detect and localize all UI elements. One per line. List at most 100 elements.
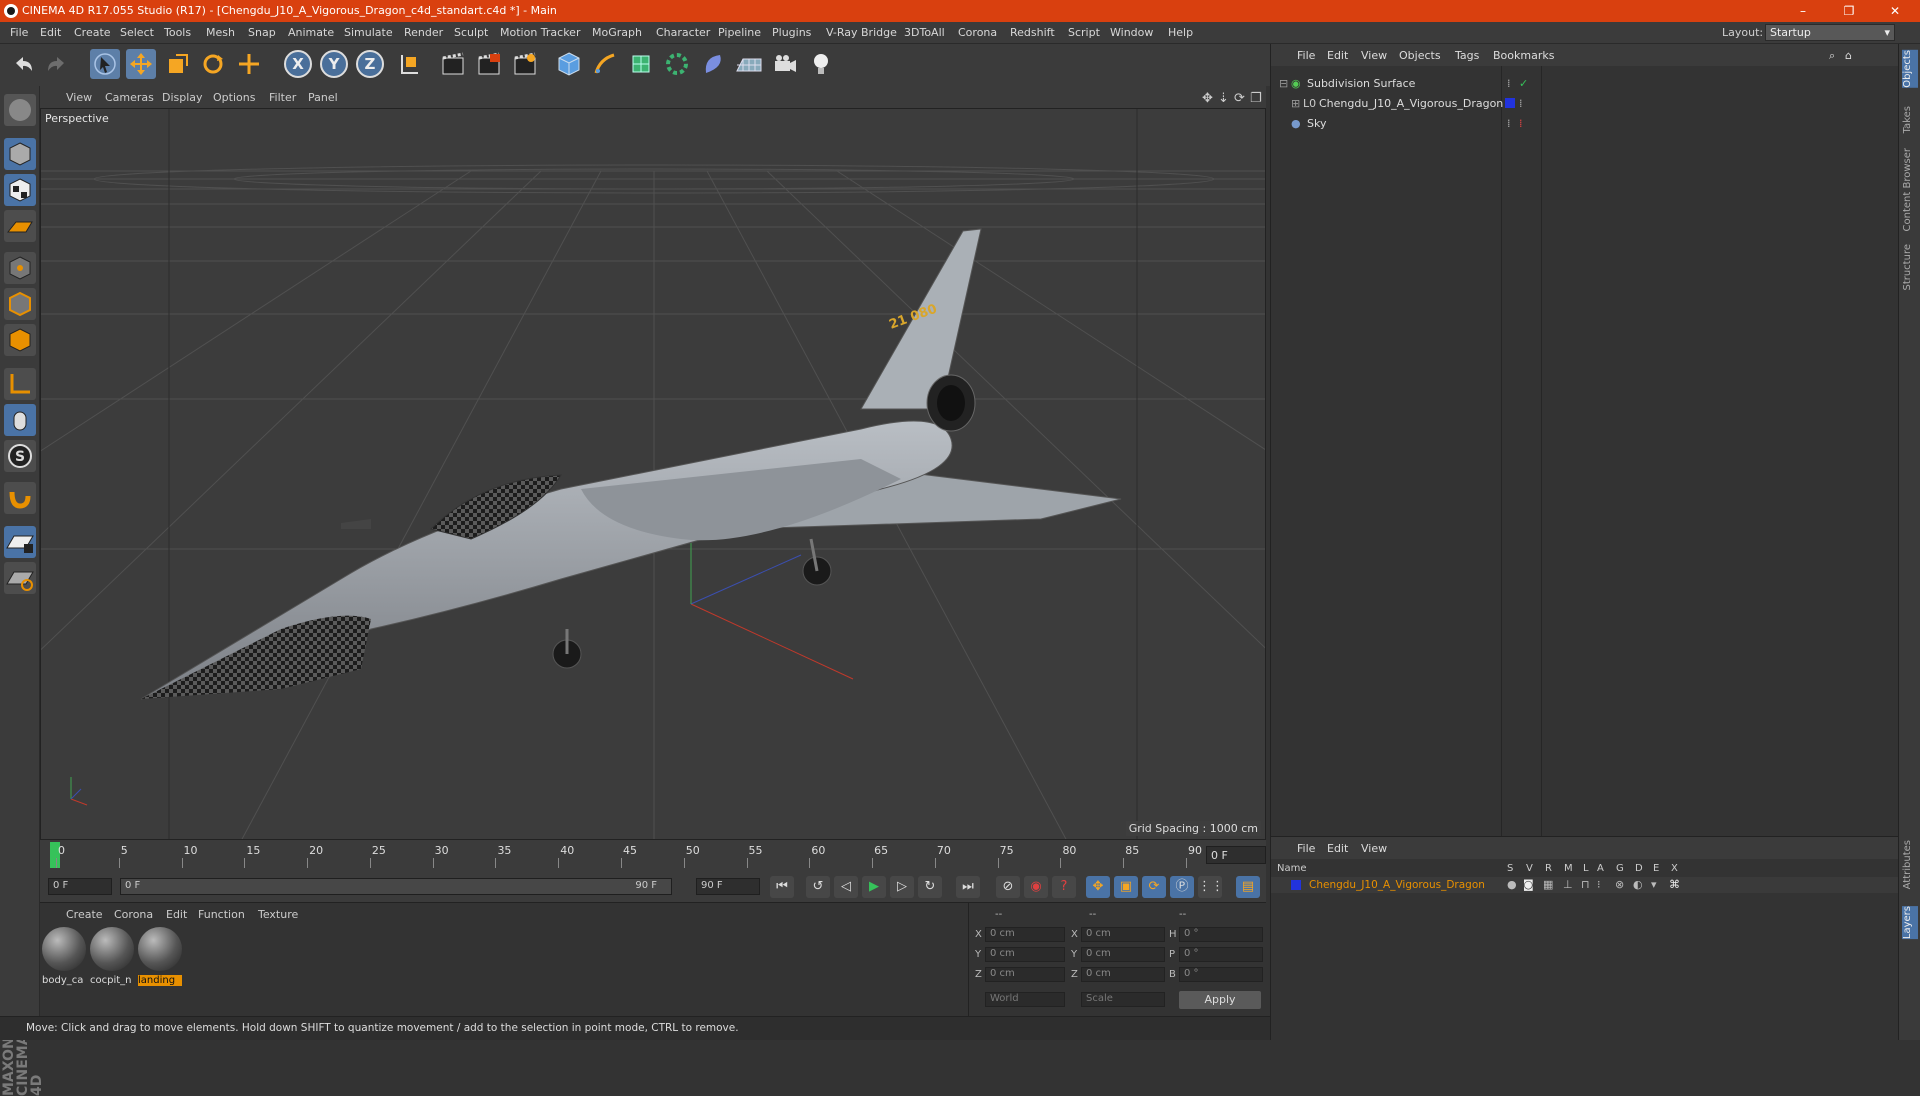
expression-icon[interactable]: ▾ (1651, 878, 1657, 891)
subdivision-surface-button[interactable] (626, 49, 656, 79)
menu-motion-tracker[interactable]: Motion Tracker (500, 26, 580, 39)
y-axis-lock-button[interactable]: Y (320, 50, 348, 78)
menu-simulate[interactable]: Simulate (344, 26, 393, 39)
camera-button[interactable] (770, 49, 800, 79)
timeline-window-button[interactable]: ▤ (1236, 876, 1260, 898)
layer-menu-file[interactable]: File (1297, 842, 1315, 855)
object-row[interactable]: ⊟ ◉ Subdivision Surface ⁞ ✓ (1271, 74, 1899, 92)
object-menu-objects[interactable]: Objects (1399, 49, 1441, 62)
record-keys-button[interactable]: ⊘ (996, 876, 1020, 898)
layer-name[interactable]: Chengdu_J10_A_Vigorous_Dragon (1309, 879, 1485, 891)
object-menu-file[interactable]: File (1297, 49, 1315, 62)
viewport[interactable]: 21 080 Perspective Grid Spacing : 1000 c… (40, 108, 1266, 840)
play-button[interactable]: ▶ (862, 876, 886, 898)
menu-tools[interactable]: Tools (164, 26, 191, 39)
range-slider[interactable]: 0 F 90 F (120, 878, 672, 895)
workplane-rotate-button[interactable] (4, 562, 36, 594)
viewport-maximize-icon[interactable]: ❐ (1250, 91, 1262, 106)
polygons-mode-button[interactable] (4, 324, 36, 356)
render-picture-viewer-button[interactable] (474, 49, 504, 79)
viewport-menu-filter[interactable]: Filter (269, 91, 296, 104)
menu-script[interactable]: Script (1068, 26, 1100, 39)
tab-attributes[interactable]: Attributes (1902, 840, 1918, 889)
visibility-dots-icon[interactable]: ⁞ (1507, 77, 1511, 90)
material-label[interactable]: body_ca (42, 975, 86, 986)
menu-edit[interactable]: Edit (40, 26, 61, 39)
key-position-button[interactable]: ✥ (1086, 876, 1110, 898)
tab-takes[interactable]: Takes (1902, 106, 1918, 133)
object-name[interactable]: Subdivision Surface (1307, 77, 1415, 90)
position-x-field[interactable]: 0 cm (985, 927, 1065, 942)
enabled-check-icon[interactable]: ✓ (1519, 77, 1528, 90)
position-z-field[interactable]: 0 cm (985, 967, 1065, 982)
sculpt-mode-button[interactable] (4, 94, 36, 126)
key-parameter-button[interactable]: Ⓟ (1170, 876, 1194, 898)
tab-structure[interactable]: Structure (1902, 244, 1918, 291)
texture-mode-button[interactable] (4, 174, 36, 206)
material-menu-create[interactable]: Create (66, 908, 103, 921)
key-scale-button[interactable]: ▣ (1114, 876, 1138, 898)
close-button[interactable]: ✕ (1880, 2, 1910, 20)
current-frame-field[interactable]: 0 F (1206, 846, 1266, 864)
key-rotation-button[interactable]: ⟳ (1142, 876, 1166, 898)
layout-select[interactable]: Startup ▾ (1765, 24, 1895, 41)
menu-sculpt[interactable]: Sculpt (454, 26, 488, 39)
coord-mode-select[interactable]: World (985, 992, 1065, 1007)
deformer-button[interactable] (698, 49, 728, 79)
live-selection-button[interactable] (90, 49, 120, 79)
next-keyframe-button[interactable]: ↻ (918, 876, 942, 898)
menu-select[interactable]: Select (120, 26, 154, 39)
object-menu-bookmarks[interactable]: Bookmarks (1493, 49, 1554, 62)
menu-character[interactable]: Character (656, 26, 710, 39)
material-swatch[interactable] (138, 927, 182, 971)
viewport-menu-panel[interactable]: Panel (308, 91, 338, 104)
lock-icon[interactable]: ⊓ (1581, 878, 1590, 891)
search-icon[interactable]: ⌕ (1829, 49, 1835, 63)
menu-redshift[interactable]: Redshift (1010, 26, 1055, 39)
tweak-mode-button[interactable] (4, 404, 36, 436)
layer-menu-view[interactable]: View (1361, 842, 1387, 855)
start-frame-field[interactable]: 0 F (48, 878, 112, 895)
go-to-start-button[interactable]: ⏮ (770, 876, 794, 898)
minimize-button[interactable]: – (1788, 2, 1818, 20)
expand-icon[interactable]: ⊞ (1291, 97, 1300, 110)
manager-icon[interactable]: ⊥ (1563, 878, 1573, 891)
viewport-menu-view[interactable]: View (66, 91, 92, 104)
menu-help[interactable]: Help (1168, 26, 1193, 39)
tab-layers[interactable]: Layers (1902, 906, 1918, 940)
edges-mode-button[interactable] (4, 288, 36, 320)
model-mode-button[interactable] (4, 138, 36, 170)
rotate-tool-button[interactable] (198, 49, 228, 79)
x-axis-lock-button[interactable]: X (284, 50, 312, 78)
object-menu-tags[interactable]: Tags (1455, 49, 1479, 62)
position-y-field[interactable]: 0 cm (985, 947, 1065, 962)
size-mode-select[interactable]: Scale (1081, 992, 1165, 1007)
size-x-field[interactable]: 0 cm (1081, 927, 1165, 942)
viewport-rotate-icon[interactable]: ⟳ (1234, 91, 1245, 106)
menu-3dtoall[interactable]: 3DToAll (904, 26, 945, 39)
layer-color-swatch[interactable] (1291, 880, 1301, 890)
size-z-field[interactable]: 0 cm (1081, 967, 1165, 982)
tab-content-browser[interactable]: Content Browser (1902, 148, 1918, 231)
next-frame-button[interactable]: ▷ (890, 876, 914, 898)
material-menu-texture[interactable]: Texture (258, 908, 298, 921)
coordinate-system-button[interactable] (394, 49, 424, 79)
light-button[interactable] (806, 49, 836, 79)
z-axis-lock-button[interactable]: Z (356, 50, 384, 78)
layer-row[interactable]: Chengdu_J10_A_Vigorous_Dragon ● ◙ ▦ ⊥ ⊓ … (1271, 877, 1899, 893)
autokey-button[interactable]: ◉ (1024, 876, 1048, 898)
menu-snap[interactable]: Snap (248, 26, 276, 39)
viewport-pan-icon[interactable]: ✥ (1202, 91, 1213, 106)
animation-icon[interactable]: ⁝ (1597, 878, 1601, 891)
visibility-dots-icon[interactable]: ⁞ (1507, 117, 1511, 130)
material-menu-corona[interactable]: Corona (114, 908, 153, 921)
viewport-dolly-icon[interactable]: ⇣ (1218, 91, 1229, 106)
previous-keyframe-button[interactable]: ↺ (806, 876, 830, 898)
xref-icon[interactable]: ⌘ (1669, 878, 1680, 891)
size-y-field[interactable]: 0 cm (1081, 947, 1165, 962)
cube-button[interactable] (554, 49, 584, 79)
menu-render[interactable]: Render (404, 26, 443, 39)
deformer-icon[interactable]: ◐ (1633, 878, 1643, 891)
viewport-menu-cameras[interactable]: Cameras (105, 91, 154, 104)
rotation-b-field[interactable]: 0 ° (1179, 967, 1263, 982)
